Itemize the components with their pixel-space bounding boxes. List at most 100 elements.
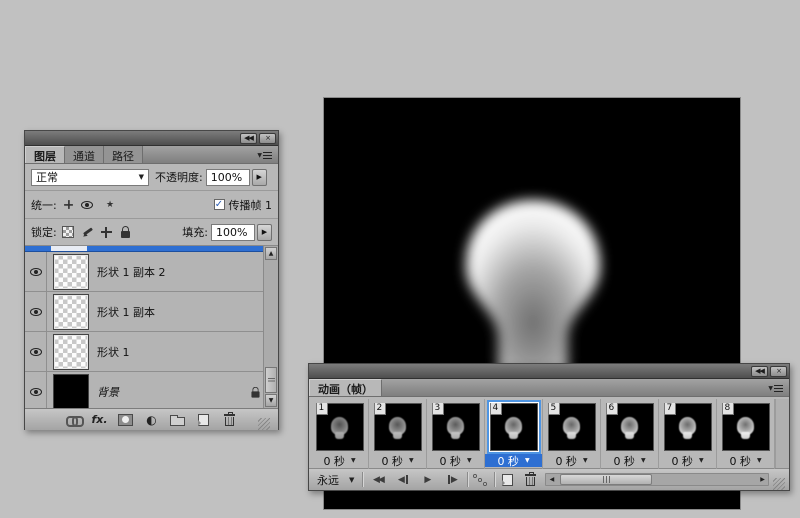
collapse-panel-icon[interactable]: ◀◀ [240,133,257,144]
animation-frame[interactable]: 4 0 秒 ▼ [485,399,543,469]
close-panel-icon[interactable]: × [770,366,787,377]
unify-style-icon[interactable]: ✓★ [98,197,115,213]
layer-row[interactable]: 背景 [25,372,278,409]
layer-style-icon[interactable]: fx. [91,412,108,428]
scroll-right-icon[interactable]: ▶ [757,474,768,485]
duplicate-frame-button[interactable] [499,472,516,488]
layer-list-scrollbar[interactable]: ▲ ▼ [263,246,278,408]
animation-frame[interactable]: 2 0 秒 ▼ [369,399,427,469]
frame-delay-value: 0 秒 [613,453,635,469]
frame-delay-select[interactable]: 0 秒 ▼ [717,454,774,467]
frames-scrollbar[interactable]: ◀ ▶ [545,473,769,486]
unify-visibility-icon[interactable] [79,197,96,213]
propagate-checkbox[interactable]: ✓ [214,199,225,210]
scroll-left-icon[interactable]: ◀ [546,474,557,485]
scroll-up-icon[interactable]: ▲ [265,247,277,260]
layer-thumbnail[interactable] [53,294,89,330]
lock-position-icon[interactable] [98,224,115,240]
layer-name: 形状 1 [97,344,260,360]
first-frame-button[interactable]: ◀◀ [367,472,388,488]
layer-thumbnail[interactable] [53,334,89,370]
tab-paths[interactable]: 路径 [104,146,143,163]
panel-resize-grip[interactable] [773,478,785,490]
loop-count-select[interactable]: 永远 ▼ [313,472,358,488]
mini-bulb [621,417,638,439]
layer-thumbnail[interactable] [53,374,89,410]
mini-bulb [331,417,348,439]
blend-options-row: 正常 ▼ 不透明度: 100% ▶ [25,164,278,191]
visibility-toggle[interactable] [25,372,47,409]
blend-mode-select[interactable]: 正常 ▼ [31,169,149,186]
layers-panel-footer: fx. ◐ [25,409,278,430]
delete-layer-icon[interactable] [221,412,238,428]
frame-thumbnail: 6 [606,403,654,451]
tab-layers[interactable]: 图层 [25,146,65,163]
new-group-icon[interactable] [169,412,186,428]
animation-frame[interactable]: 1 0 秒 ▼ [311,399,369,469]
animation-frame[interactable]: 7 0 秒 ▼ [659,399,717,469]
frame-delay-select[interactable]: 0 秒 ▼ [427,454,484,467]
panel-resize-grip[interactable] [258,418,270,430]
frame-strip-end [775,399,789,468]
layer-thumbnail[interactable] [53,254,89,290]
scroll-down-icon[interactable]: ▼ [265,394,277,407]
unify-label: 统一: [31,197,57,213]
delete-frame-button[interactable] [522,472,539,488]
mini-bulb [389,417,406,439]
fill-slider-icon[interactable]: ▶ [257,224,272,241]
opacity-value: 100% [211,171,242,184]
unify-position-icon[interactable] [60,197,77,213]
lock-all-icon[interactable] [117,224,134,240]
chevron-down-icon: ▼ [467,457,472,464]
lock-pixels-icon[interactable] [79,224,96,240]
visibility-toggle[interactable] [25,292,47,331]
previous-frame-button[interactable]: ◀ [392,472,413,488]
frame-delay-select[interactable]: 0 秒 ▼ [311,454,368,467]
layer-mask-icon[interactable] [117,412,134,428]
tween-button[interactable] [472,474,490,486]
layer-row[interactable]: 形状 1 副本 [25,292,278,332]
frame-delay-select[interactable]: 0 秒 ▼ [543,454,600,467]
frame-delay-select[interactable]: 0 秒 ▼ [659,454,716,467]
layer-name: 形状 1 副本 [97,304,260,320]
animation-frame[interactable]: 5 0 秒 ▼ [543,399,601,469]
close-panel-icon[interactable]: × [259,133,276,144]
lock-transparency-icon[interactable] [60,224,77,240]
tab-channels[interactable]: 通道 [65,146,104,163]
new-layer-icon[interactable] [195,412,212,428]
scrollbar-thumb[interactable] [560,474,652,485]
visibility-toggle[interactable] [25,252,47,291]
panel-menu-icon[interactable]: ▼ [768,385,783,392]
fill-input[interactable]: 100% [211,224,255,241]
frame-delay-select[interactable]: 0 秒 ▼ [369,454,426,467]
frame-delay-select[interactable]: 0 秒 ▼ [601,454,658,467]
tab-animation-frames[interactable]: 动画（帧） [309,379,382,396]
frame-number: 4 [490,403,503,415]
chevron-down-icon: ▼ [757,457,762,464]
frame-delay-select[interactable]: 0 秒 ▼ [485,454,542,467]
opacity-input[interactable]: 100% [206,169,250,186]
panel-menu-icon[interactable]: ▼ [257,152,272,159]
adjustment-layer-icon[interactable]: ◐ [143,412,160,428]
visibility-toggle[interactable] [25,332,47,371]
frame-delay-value: 0 秒 [381,453,403,469]
frame-number: 5 [548,403,561,415]
frame-thumbnail: 3 [432,403,480,451]
next-frame-button[interactable]: ▶ [442,472,463,488]
opacity-slider-icon[interactable]: ▶ [252,169,267,186]
animation-frame[interactable]: 6 0 秒 ▼ [601,399,659,469]
animation-frame[interactable]: 8 0 秒 ▼ [717,399,775,469]
layer-row[interactable]: 形状 1 [25,332,278,372]
animation-frame[interactable]: 3 0 秒 ▼ [427,399,485,469]
selected-layer-partial-row[interactable] [25,246,278,252]
collapse-panel-icon[interactable]: ◀◀ [751,366,768,377]
play-button[interactable]: ▶ [417,472,438,488]
mini-bulb [563,417,580,439]
frame-thumbnail: 4 [490,403,538,451]
frame-number: 3 [432,403,445,415]
layer-row[interactable]: 形状 1 副本 2 [25,252,278,292]
link-layers-icon[interactable] [65,412,82,428]
scrollbar-thumb[interactable] [265,367,277,393]
chevron-down-icon: ▼ [583,457,588,464]
eye-icon [30,268,42,276]
